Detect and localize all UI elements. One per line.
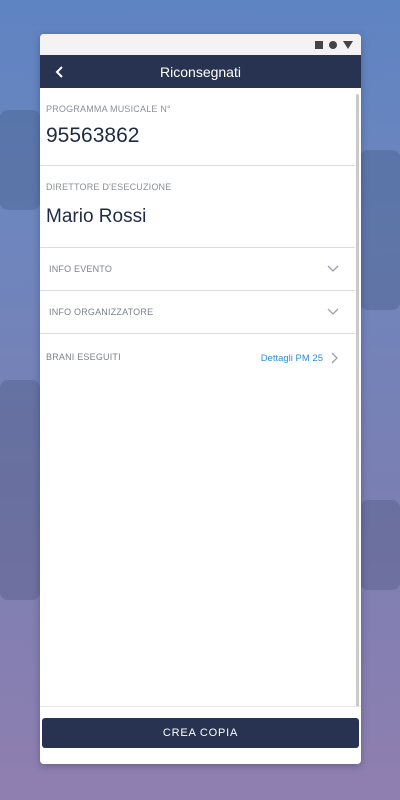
background-shape [360, 150, 400, 310]
stop-icon [315, 40, 323, 49]
detail-content: PROGRAMMA MUSICALE N° 95563862 DIRETTORE… [40, 88, 361, 727]
back-button[interactable] [46, 55, 74, 88]
background-shape [0, 380, 40, 600]
background-shape [0, 110, 40, 210]
info-evento-label: INFO EVENTO [49, 264, 113, 274]
background-shape [360, 500, 400, 590]
info-organizzatore-row[interactable]: INFO ORGANIZZATORE [40, 291, 355, 334]
chevron-right-icon [331, 352, 338, 364]
brani-eseguiti-row: BRANI ESEGUITI Dettagli PM 25 [40, 334, 355, 384]
chevron-down-icon [327, 308, 339, 315]
status-bar [40, 34, 361, 55]
crea-copia-button[interactable]: CREA COPIA [42, 718, 359, 748]
chevron-left-icon [55, 65, 63, 78]
page-title: Riconsegnati [160, 63, 241, 80]
scrollbar[interactable] [356, 94, 359, 714]
dettagli-link-text: Dettagli PM 25 [260, 352, 323, 364]
info-organizzatore-label: INFO ORGANIZZATORE [49, 307, 154, 317]
phone-screen: Riconsegnati PROGRAMMA MUSICALE N° 95563… [40, 34, 361, 764]
direttore-label: DIRETTORE D'ESECUZIONE [46, 182, 172, 192]
direttore-value: Mario Rossi [46, 206, 147, 227]
triangle-icon [343, 40, 353, 49]
programma-value: 95563862 [46, 124, 140, 147]
programma-field: PROGRAMMA MUSICALE N° 95563862 [40, 88, 355, 166]
chevron-down-icon [327, 265, 339, 272]
app-bar: Riconsegnati [40, 55, 361, 88]
direttore-field: DIRETTORE D'ESECUZIONE Mario Rossi [40, 166, 355, 248]
footer-bar: CREA COPIA [40, 706, 361, 764]
brani-eseguiti-label: BRANI ESEGUITI [46, 352, 121, 362]
dettagli-link[interactable]: Dettagli PM 25 [261, 352, 339, 364]
circle-icon [329, 40, 337, 49]
programma-label: PROGRAMMA MUSICALE N° [46, 104, 171, 114]
info-evento-row[interactable]: INFO EVENTO [40, 248, 355, 291]
